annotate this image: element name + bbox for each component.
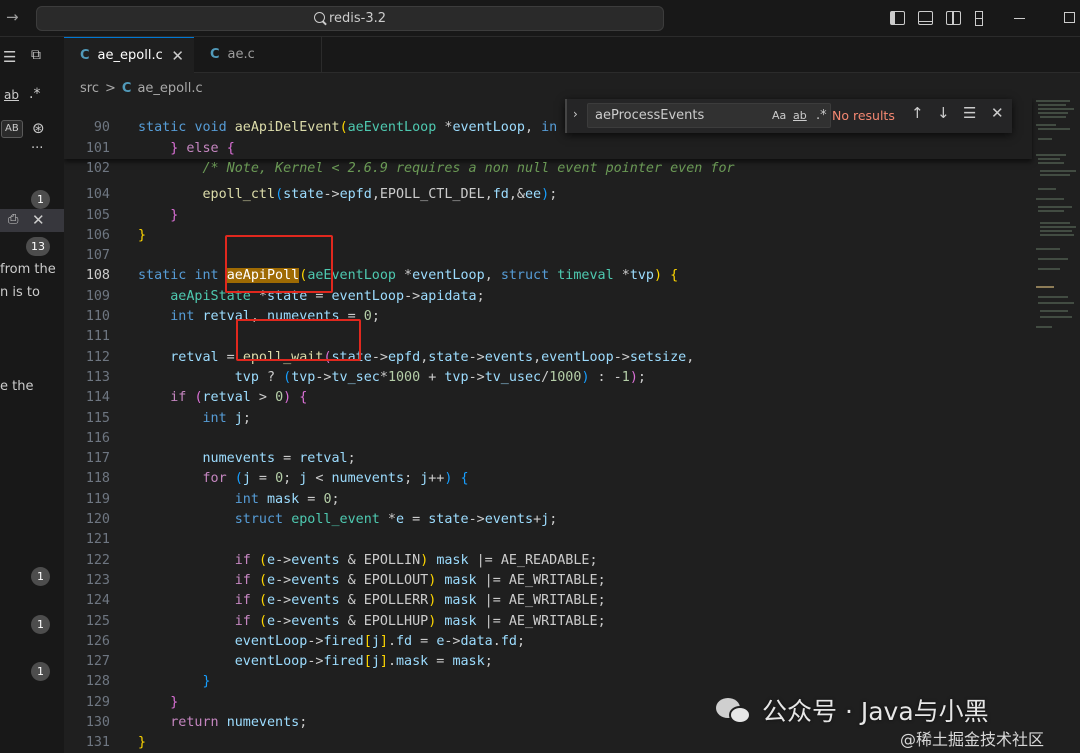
- watermark-text: 公众号 · Java与小黑: [762, 697, 989, 726]
- ab-icon[interactable]: AB: [1, 120, 23, 138]
- c-file-icon: C: [121, 81, 132, 96]
- chevron-right-icon: >: [104, 81, 116, 96]
- previous-match-icon[interactable]: ↑: [911, 104, 924, 122]
- result-snippet[interactable]: from the: [0, 262, 56, 277]
- restore-window-icon[interactable]: [1064, 12, 1075, 23]
- project-name: redis-3.2: [328, 11, 387, 26]
- editor-tab-bar: Cae_epoll.c ✕ Cae.c: [64, 37, 1080, 73]
- code-line: 108 static int aeApiPoll(aeEventLoop *eve…: [85, 268, 679, 284]
- close-icon[interactable]: ✕: [171, 38, 184, 74]
- code-line: 113 tvp ? (tvp->tv_sec*1000 + tvp->tv_us…: [85, 369, 646, 385]
- next-match-icon[interactable]: ↓: [937, 104, 950, 122]
- forward-arrow-icon[interactable]: →: [6, 8, 19, 26]
- more-icon[interactable]: ···: [31, 141, 43, 156]
- code-line: 118 for (j = 0; j < numevents; j++) {: [85, 471, 469, 487]
- breadcrumb: src > Cae_epoll.c: [80, 79, 203, 99]
- regex-icon[interactable]: .*: [816, 104, 827, 127]
- code-line: 124 if (e->events & EPOLLERR) mask |= AE…: [85, 593, 606, 609]
- code-line: 112 retval = epoll_wait(state->epfd,stat…: [85, 349, 695, 365]
- search-icon: [313, 12, 325, 23]
- minimap[interactable]: [1032, 98, 1080, 753]
- code-line: 107: [85, 248, 110, 264]
- code-line: 121: [85, 532, 110, 548]
- code-line: 111: [85, 329, 110, 345]
- list-icon[interactable]: ☰: [3, 48, 16, 66]
- search-sidebar: ☰ ⧉ ab .* AB ⊛ ··· 1 ⎙ ✕ 13 from the n i…: [0, 37, 64, 753]
- dismiss-icon[interactable]: ✕: [32, 211, 45, 229]
- code-line: 106}: [85, 227, 147, 243]
- minimize-icon[interactable]: [1014, 18, 1025, 20]
- watermark-sub: @稀土掘金技术社区: [900, 730, 1045, 749]
- code-line: 119 int mask = 0;: [85, 491, 340, 507]
- find-input[interactable]: aeProcessEvents Aa ab .*: [587, 103, 831, 128]
- code-line: 114 if (retval > 0) {: [85, 390, 308, 406]
- copilot-icon[interactable]: ⊛: [32, 119, 45, 137]
- wechat-logo-icon: [716, 698, 752, 724]
- annotation-box-epoll-wait: [236, 319, 361, 361]
- tab-label: ae_epoll.c: [97, 48, 163, 63]
- find-status: No results: [832, 108, 895, 123]
- annotation-box-aeapipoll: [225, 235, 333, 293]
- code-line: 102 /* Note, Kernel < 2.6.9 requires a n…: [85, 160, 735, 176]
- result-snippet[interactable]: n is to: [0, 285, 40, 300]
- toggle-secondary-sidebar-icon[interactable]: [946, 11, 961, 25]
- code-line: 117 numevents = retval;: [85, 451, 356, 467]
- customize-layout-icon[interactable]: [975, 11, 990, 26]
- match-count-badge: 1: [31, 190, 50, 209]
- copy-icon[interactable]: ⧉: [31, 47, 41, 63]
- command-center-search[interactable]: redis-3.2: [36, 6, 664, 31]
- code-line: 115 int j;: [85, 410, 251, 426]
- code-editor[interactable]: 90 static void aeApiDelEvent(aeEventLoop …: [64, 98, 1080, 753]
- breadcrumb-folder[interactable]: src: [80, 81, 99, 96]
- match-count-badge: 13: [26, 237, 50, 256]
- match-case-icon[interactable]: Aa: [772, 104, 786, 127]
- replace-icon[interactable]: ab: [4, 88, 19, 102]
- find-widget: › aeProcessEvents Aa ab .* No results ↑ …: [565, 99, 1012, 133]
- c-file-icon: C: [210, 47, 220, 62]
- code-line: 110 int retval, numevents = 0;: [85, 309, 380, 325]
- toggle-primary-sidebar-icon[interactable]: [890, 11, 905, 25]
- tab-ae[interactable]: Cae.c: [194, 37, 322, 73]
- code-line: 116: [85, 430, 110, 446]
- tab-ae-epoll[interactable]: Cae_epoll.c ✕: [64, 37, 194, 73]
- find-in-selection-icon[interactable]: ☰: [963, 104, 976, 122]
- code-line: 132: [64, 733, 1032, 753]
- code-line: 109 aeApiState *state = eventLoop->apida…: [85, 288, 485, 304]
- toggle-panel-icon[interactable]: [918, 11, 933, 25]
- code-line: 127 eventLoop->fired[j].mask = mask;: [85, 654, 493, 670]
- watermark: 公众号 · Java与小黑: [716, 692, 989, 728]
- result-snippet[interactable]: e the: [0, 379, 33, 394]
- close-icon[interactable]: ✕: [991, 104, 1004, 122]
- code-line: 105 }: [85, 207, 179, 223]
- match-count-badge: 1: [31, 567, 50, 586]
- find-query: aeProcessEvents: [595, 108, 705, 123]
- code-line: 129 }: [85, 694, 179, 710]
- code-line: 125 if (e->events & EPOLLHUP) mask |= AE…: [85, 613, 606, 629]
- regex-icon[interactable]: .*: [29, 86, 40, 102]
- replace-all-icon[interactable]: ⎙: [8, 212, 18, 227]
- title-bar: → redis-3.2: [0, 0, 1080, 37]
- match-count-badge: 1: [31, 662, 50, 681]
- c-file-icon: C: [80, 48, 90, 63]
- code-line: 123 if (e->events & EPOLLOUT) mask |= AE…: [85, 572, 606, 588]
- code-line: 120 struct epoll_event *e = state->event…: [85, 512, 558, 528]
- whole-word-icon[interactable]: ab: [793, 104, 807, 127]
- code-line: 122 if (e->events & EPOLLIN) mask |= AE_…: [85, 552, 598, 568]
- tab-label: ae.c: [227, 47, 255, 62]
- match-count-badge: 1: [31, 615, 50, 634]
- breadcrumb-file[interactable]: ae_epoll.c: [137, 81, 202, 96]
- code-line: 128 }: [85, 674, 211, 690]
- chevron-right-icon[interactable]: ›: [573, 107, 578, 121]
- code-line: 126 eventLoop->fired[j].fd = e->data.fd;: [85, 633, 525, 649]
